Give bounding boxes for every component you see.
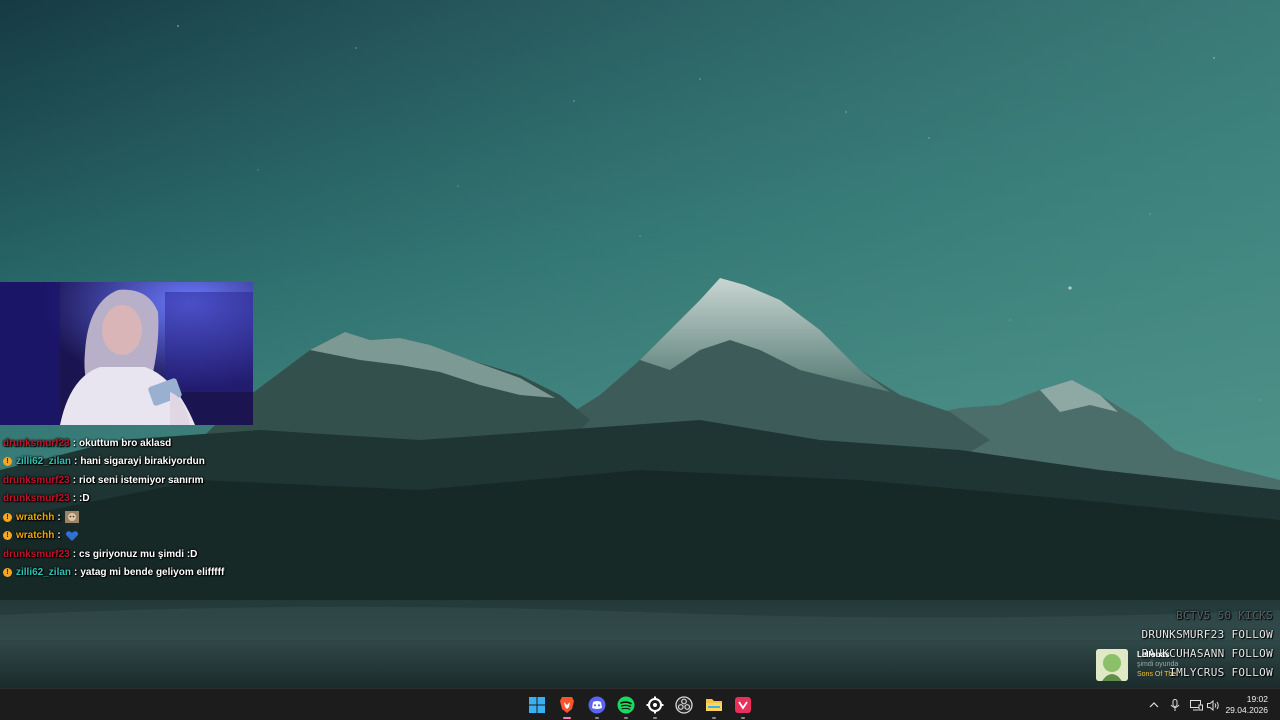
now-playing-song: Sons Of The <box>1137 671 1177 678</box>
chat-username: drunksmurf23 <box>3 474 70 486</box>
chat-separator: : <box>72 548 77 560</box>
follow-alert: DRUNKSMURF23 FOLLOW <box>1141 628 1273 641</box>
chat-text: :D <box>79 493 90 505</box>
chat-text: yatag mi bende geliyom elifffff <box>80 567 225 579</box>
speaker-icon <box>1206 699 1219 711</box>
chat-text: cs giriyonuz mu şimdi :D <box>79 548 198 560</box>
chat-message: drunksmurf23::D <box>3 490 363 509</box>
chat-message: ! zilli62_zilan: yatag mi bende geliyom el… <box>3 564 363 583</box>
running-indicator <box>653 717 657 719</box>
steelseries-icon <box>646 696 664 714</box>
subscriber-badge-icon: ! <box>3 512 12 522</box>
chat-separator: : <box>72 493 77 505</box>
chat-message: ! wratchh: <box>3 527 363 546</box>
chat-username: zilli62_zilan <box>16 567 72 579</box>
windows-start-button[interactable] <box>525 693 549 717</box>
taskbar: 19:02 29.04.2026 <box>0 688 1280 720</box>
chat-separator: : <box>74 456 78 468</box>
chat-username: zilli62_zilan <box>16 456 72 468</box>
display-tray-button[interactable] <box>1188 697 1204 713</box>
chat-username: drunksmurf23 <box>3 548 70 560</box>
chat-text: hani sigarayi birakiyordun <box>80 456 205 468</box>
chevron-up-icon <box>1149 702 1159 708</box>
chat-username: wratchh <box>16 530 55 542</box>
chat-message: drunksmurf23: okuttum bro aklasd <box>3 434 363 453</box>
folder-icon <box>706 699 722 711</box>
brave-lion-icon <box>560 697 574 713</box>
subscriber-badge-icon: ! <box>3 568 12 578</box>
running-indicator <box>624 717 628 719</box>
taskbar-brave-browser[interactable] <box>555 693 579 719</box>
now-playing-status: şimdi oyunda <box>1137 661 1179 668</box>
clock-date: 29.04.2026 <box>1225 705 1268 715</box>
chat-text: riot seni istemiyor sanırım <box>79 474 204 486</box>
windows-logo-icon <box>529 697 545 713</box>
taskbar-clock[interactable]: 19:02 29.04.2026 <box>1225 694 1268 716</box>
now-playing-title: Lellonas <box>1137 650 1170 659</box>
chat-message: drunksmurf23: riot seni istemiyor sanırım <box>3 471 363 490</box>
webcam-overlay <box>0 282 253 425</box>
taskbar-file-explorer[interactable] <box>702 693 726 719</box>
microphone-icon <box>1170 698 1180 711</box>
running-indicator <box>741 717 745 719</box>
subscriber-badge-icon: ! <box>3 531 12 541</box>
chat-separator: : <box>72 474 77 486</box>
running-indicator <box>712 717 716 719</box>
chat-separator: : <box>72 437 77 449</box>
taskbar-discord[interactable] <box>585 693 609 719</box>
stream-chat-overlay: drunksmurf23: okuttum bro aklasd! zilli62_… <box>3 434 363 582</box>
chat-message: drunksmurf23: cs giriyonuz mu şimdi :D <box>3 545 363 564</box>
chat-separator: : <box>74 567 78 579</box>
chat-message: ! wratchh: <box>3 508 363 527</box>
taskbar-obs-studio[interactable] <box>672 693 696 717</box>
display-icon <box>1189 699 1203 710</box>
chat-separator: : <box>57 511 61 523</box>
microphone-tray-button[interactable] <box>1167 697 1183 713</box>
chat-username: drunksmurf23 <box>3 493 70 505</box>
chat-username: drunksmurf23 <box>3 437 70 449</box>
chat-message: ! zilli62_zilan: hani sigarayi birakiyordu… <box>3 453 363 472</box>
chat-username: wratchh <box>16 511 55 523</box>
album-cover <box>1096 649 1128 681</box>
subscriber-badge-icon: ! <box>3 457 12 467</box>
running-indicator <box>563 717 571 719</box>
spotify-icon <box>617 696 635 714</box>
obs-icon <box>675 696 693 714</box>
now-playing-widget: Lellonas şimdi oyunda Sons Of The <box>1096 648 1186 682</box>
clock-time: 19:02 <box>1246 694 1268 704</box>
discord-icon <box>588 696 606 714</box>
taskbar-vpn-app[interactable] <box>731 693 755 719</box>
running-indicator <box>595 717 599 719</box>
taskbar-spotify[interactable] <box>614 693 638 719</box>
follow-alert: BCTV5 50 KICKS <box>1176 609 1273 622</box>
chat-separator: : <box>57 530 61 542</box>
taskbar-steelseries[interactable] <box>643 693 667 719</box>
shield-app-icon <box>735 697 751 713</box>
show-hidden-icons-button[interactable] <box>1146 697 1162 713</box>
chat-text: okuttum bro aklasd <box>79 437 172 449</box>
cat-emote <box>64 511 79 524</box>
blue-heart-emote <box>65 530 79 542</box>
volume-tray-button[interactable] <box>1205 697 1221 713</box>
